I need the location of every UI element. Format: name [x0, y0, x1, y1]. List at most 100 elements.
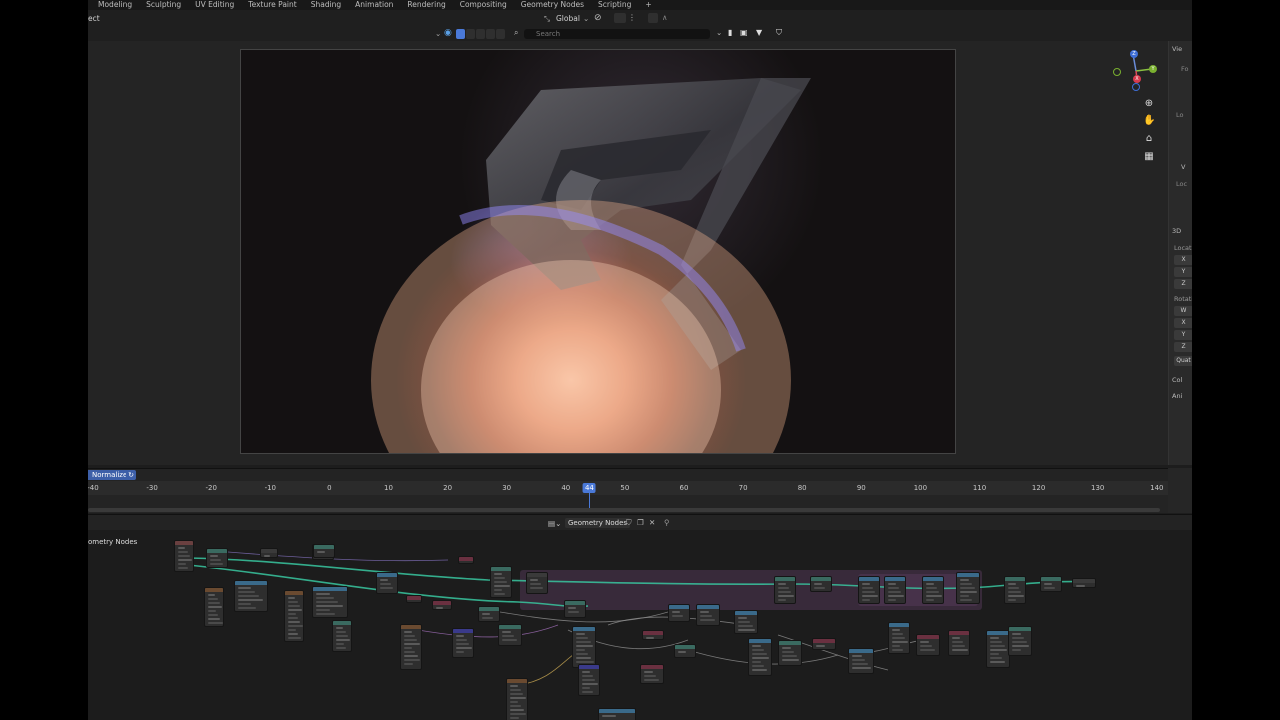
graph-node[interactable]: [206, 548, 228, 568]
node-header[interactable]: [1073, 579, 1095, 583]
graph-node[interactable]: [432, 600, 452, 610]
ortho-toggle-icon[interactable]: ▦: [1143, 151, 1155, 163]
graph-node[interactable]: [313, 544, 335, 558]
select-invert-button[interactable]: [486, 29, 495, 39]
graph-node[interactable]: [858, 576, 880, 604]
close-icon[interactable]: ✕: [649, 518, 655, 527]
graph-node[interactable]: [888, 622, 910, 654]
node-header[interactable]: [675, 645, 695, 649]
gizmo-y-axis[interactable]: Y: [1149, 65, 1157, 73]
graph-node[interactable]: [696, 604, 720, 626]
location-x-field[interactable]: X: [1174, 255, 1192, 265]
graph-node[interactable]: [376, 572, 398, 594]
node-header[interactable]: [261, 549, 277, 553]
location-z-field[interactable]: Z: [1174, 279, 1192, 289]
node-header[interactable]: [401, 625, 421, 629]
graph-node[interactable]: [498, 624, 522, 646]
rotation-y-field[interactable]: Y: [1174, 330, 1192, 340]
pin-icon[interactable]: ⚲: [664, 518, 670, 527]
node-header[interactable]: [579, 665, 599, 669]
select-subtract-button[interactable]: [476, 29, 485, 39]
select-menu-fragment[interactable]: ect: [88, 14, 100, 23]
gizmo-neg-y[interactable]: [1113, 68, 1121, 76]
graph-node[interactable]: [260, 548, 278, 558]
gizmo-x-axis[interactable]: X: [1133, 75, 1141, 83]
graph-node[interactable]: [916, 634, 940, 656]
view-object-types-icon[interactable]: ◉: [444, 28, 452, 38]
fake-user-icon[interactable]: ⛉: [626, 518, 632, 528]
node-header[interactable]: [207, 549, 227, 553]
rotation-w-field[interactable]: W: [1174, 306, 1192, 316]
graph-node[interactable]: [810, 576, 832, 592]
snap-target-icon[interactable]: ⋮: [628, 13, 636, 22]
current-frame-indicator[interactable]: 44: [582, 483, 596, 493]
tab-uv-editing[interactable]: UV Editing: [188, 0, 241, 10]
snap-toggle[interactable]: [614, 13, 626, 23]
graph-node[interactable]: [452, 628, 474, 658]
node-header[interactable]: [811, 577, 831, 581]
graph-node[interactable]: [204, 587, 224, 627]
graph-node[interactable]: [1072, 578, 1096, 588]
hand-pan-icon[interactable]: ✋: [1143, 115, 1155, 127]
falloff-icon[interactable]: ∧: [662, 13, 668, 22]
node-header[interactable]: [573, 627, 595, 631]
graph-node[interactable]: [284, 590, 304, 642]
node-header[interactable]: [235, 581, 267, 585]
normalize-toggle[interactable]: Normalize: [88, 470, 132, 480]
frame-ruler[interactable]: -40 -30 -20 -10 0 10 20 30 40 50 60 70 80 90 100 110 120…: [88, 481, 1168, 495]
graph-node[interactable]: [332, 620, 352, 652]
node-header[interactable]: [1041, 577, 1061, 581]
graph-node[interactable]: [478, 606, 500, 622]
tab-scripting[interactable]: Scripting: [591, 0, 638, 10]
graph-node[interactable]: [884, 576, 906, 604]
gizmo-z-axis[interactable]: Z: [1130, 50, 1138, 58]
graph-node[interactable]: [986, 630, 1010, 668]
tab-geometry-nodes[interactable]: Geometry Nodes: [514, 0, 591, 10]
node-header[interactable]: [175, 541, 193, 545]
graph-node[interactable]: [526, 572, 548, 594]
add-workspace-button[interactable]: +: [638, 0, 658, 10]
graph-node[interactable]: [234, 580, 268, 612]
node-header[interactable]: [775, 577, 795, 581]
select-new-button[interactable]: [456, 29, 465, 39]
node-header[interactable]: [499, 625, 521, 629]
node-header[interactable]: [205, 588, 223, 592]
timeline-scrollbar[interactable]: [88, 508, 1160, 512]
graph-node[interactable]: [578, 664, 600, 696]
graph-node[interactable]: [490, 566, 512, 598]
node-header[interactable]: [377, 573, 397, 577]
node-header[interactable]: [923, 577, 943, 581]
3d-viewport[interactable]: Z Y X ⊕ ✋ ⌂ ▦: [88, 41, 1168, 465]
rotation-z-field[interactable]: Z: [1174, 342, 1192, 352]
graph-node[interactable]: [1004, 576, 1026, 604]
panel-view-header[interactable]: Vie: [1172, 45, 1182, 53]
zoom-icon[interactable]: ⊕: [1143, 98, 1155, 110]
graph-node[interactable]: [778, 640, 802, 666]
node-header[interactable]: [643, 631, 663, 635]
search-input[interactable]: Search: [524, 29, 710, 39]
camera-icon[interactable]: ⌂: [1143, 133, 1155, 145]
node-header[interactable]: [1009, 627, 1031, 631]
node-header[interactable]: [599, 709, 635, 713]
node-header[interactable]: [697, 605, 719, 609]
tab-rendering[interactable]: Rendering: [400, 0, 452, 10]
graph-node[interactable]: [572, 626, 596, 668]
graph-node[interactable]: [674, 644, 696, 658]
proportional-edit-toggle[interactable]: [648, 13, 658, 23]
panel-annotations-header[interactable]: Ani: [1172, 392, 1182, 400]
node-header[interactable]: [313, 587, 347, 591]
graph-node[interactable]: [1008, 626, 1032, 656]
rotation-x-field[interactable]: X: [1174, 318, 1192, 328]
node-header[interactable]: [491, 567, 511, 571]
node-header[interactable]: [917, 635, 939, 639]
graph-node[interactable]: [174, 540, 194, 572]
node-header[interactable]: [859, 577, 879, 581]
node-header[interactable]: [314, 545, 334, 549]
navigation-gizmo[interactable]: Z Y X ⊕ ✋ ⌂ ▦: [1108, 49, 1168, 179]
transform-orientation-dropdown[interactable]: Global: [556, 14, 580, 23]
view-lock-header[interactable]: V: [1181, 163, 1185, 171]
graph-node[interactable]: [922, 576, 944, 604]
panel-collection-header[interactable]: Col: [1172, 376, 1182, 384]
tab-shading[interactable]: Shading: [304, 0, 348, 10]
duplicate-icon[interactable]: ❐: [637, 518, 644, 527]
